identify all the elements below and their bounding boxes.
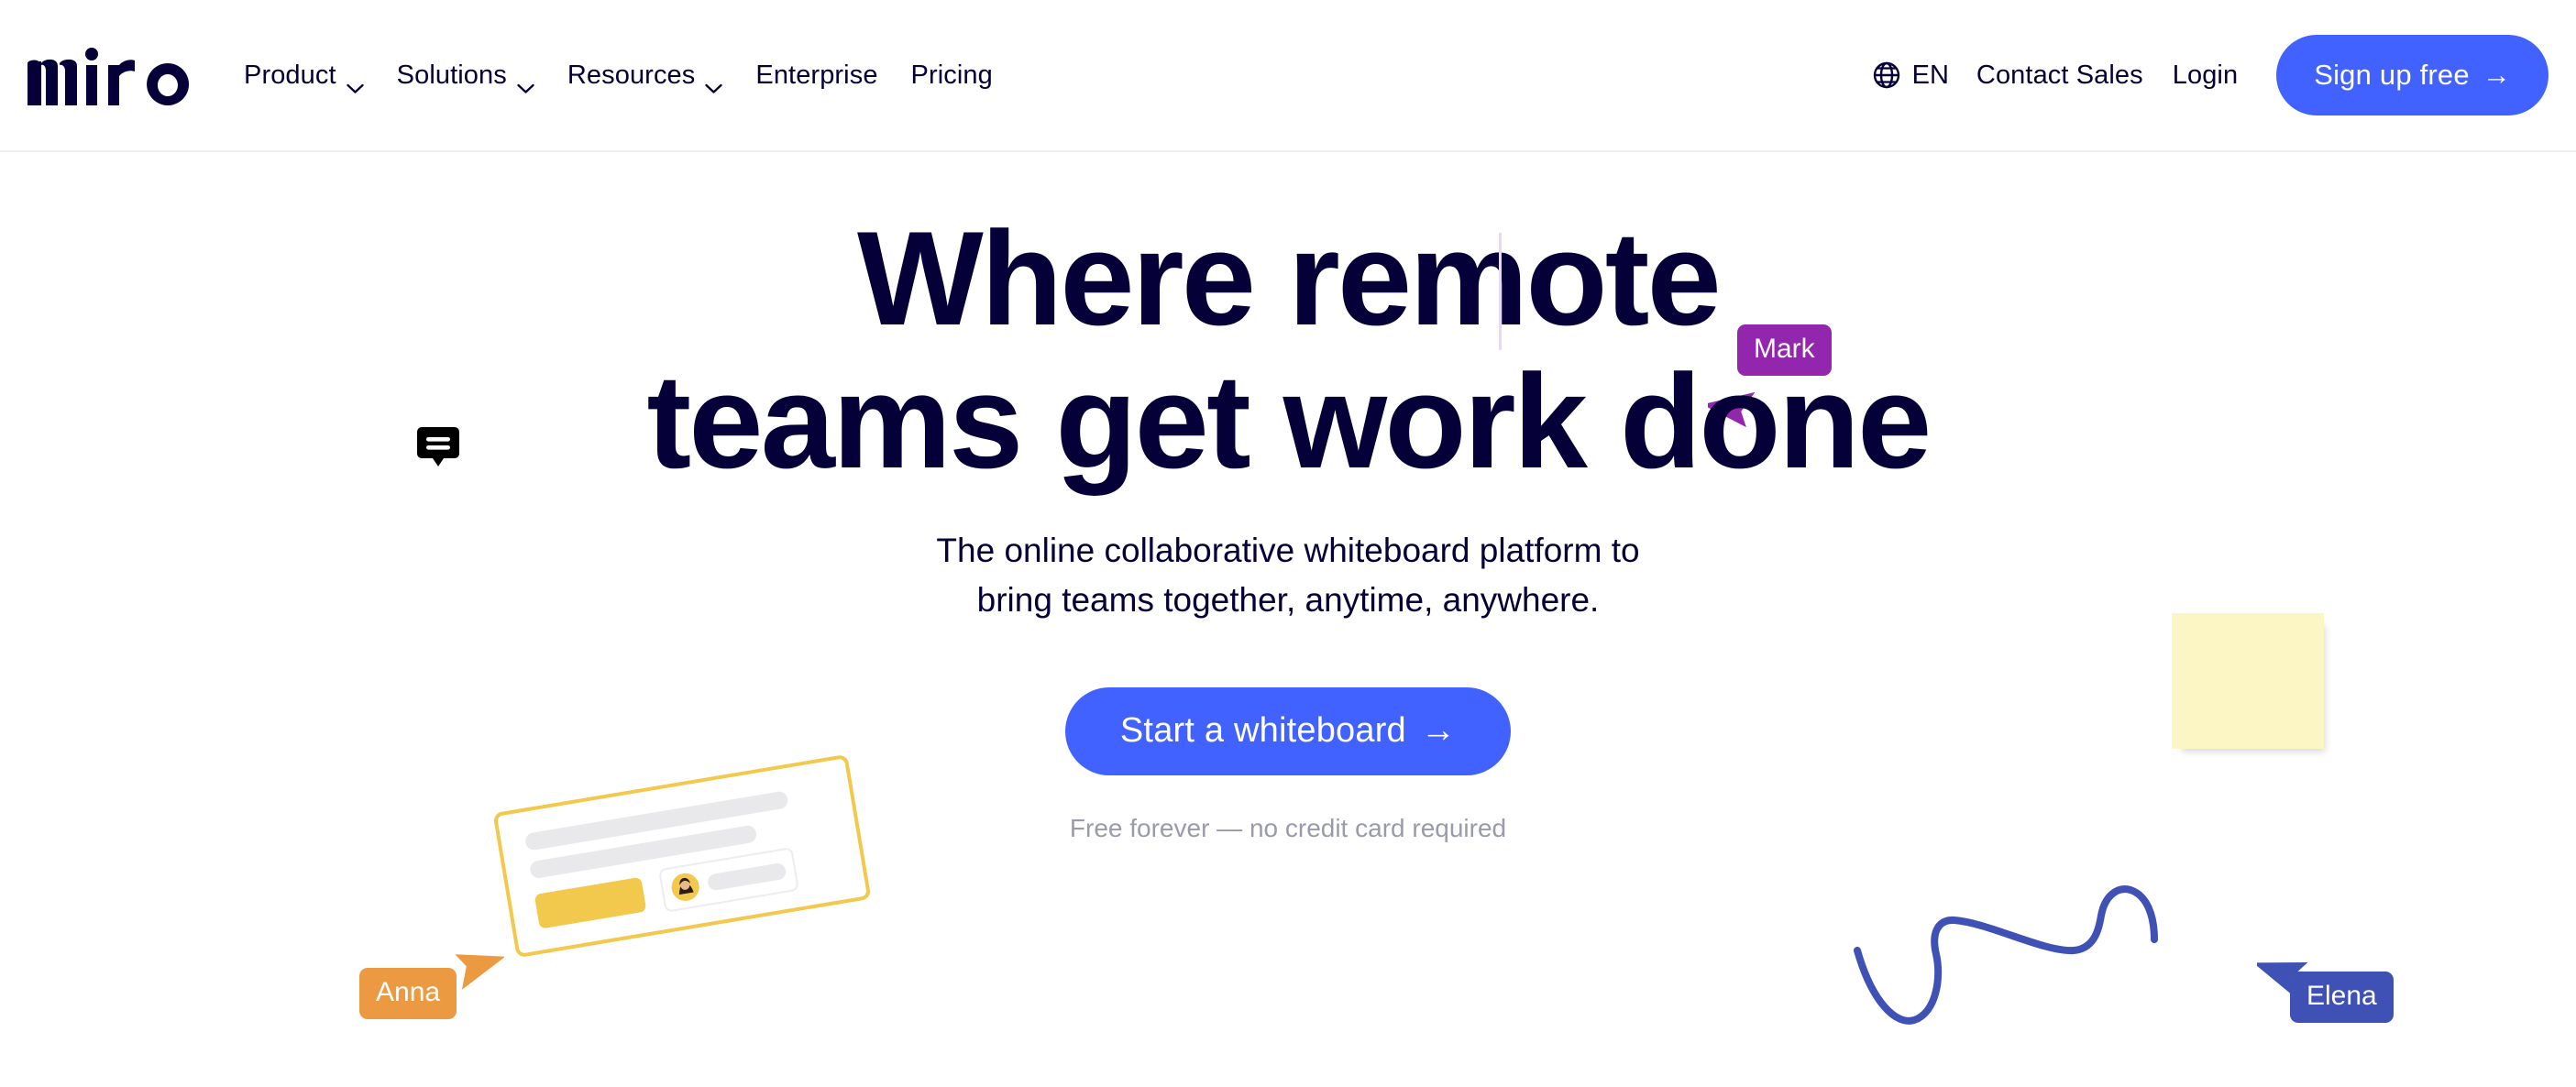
nav-item-solutions-label: Solutions: [396, 60, 507, 90]
start-a-whiteboard-button[interactable]: Start a whiteboard →: [1064, 686, 1512, 775]
landing-page: Product Solutions Resources Enterprise P…: [0, 0, 2576, 1087]
nav-left-group: Product Solutions Resources Enterprise P…: [0, 45, 1009, 105]
chevron-down-icon: [517, 71, 534, 93]
nav-links: Product Solutions Resources Enterprise P…: [227, 51, 1009, 100]
miro-logo[interactable]: [26, 45, 198, 105]
headline-line-1: Where remote: [857, 203, 1722, 353]
card-reply-placeholder: [706, 862, 787, 892]
signup-free-label: Sign up free: [2314, 59, 2470, 91]
nav-item-enterprise-label: Enterprise: [755, 60, 878, 90]
top-navigation-bar: Product Solutions Resources Enterprise P…: [0, 0, 2576, 152]
text-cursor-caret: [1499, 233, 1503, 350]
contact-sales-link[interactable]: Contact Sales: [1962, 51, 2158, 100]
arrow-right-icon: →: [1420, 711, 1457, 751]
login-link[interactable]: Login: [2158, 51, 2252, 100]
page-title: Where remote teams get work done: [646, 203, 1932, 497]
subheadline-line-1: The online collaborative whiteboard plat…: [936, 532, 1640, 570]
cursor-label-anna: Anna: [359, 968, 457, 1019]
sticky-note: [2172, 613, 2324, 749]
nav-item-pricing-label: Pricing: [910, 60, 993, 90]
headline-line-2: teams get work done: [646, 346, 1932, 497]
arrow-right-icon: →: [2482, 59, 2511, 91]
login-label: Login: [2172, 60, 2239, 90]
nav-item-resources[interactable]: Resources: [551, 51, 740, 100]
nav-item-resources-label: Resources: [567, 60, 696, 90]
miro-logo-icon: [28, 48, 190, 105]
nav-item-product-label: Product: [244, 60, 336, 90]
card-reply-box: [658, 847, 799, 913]
chevron-down-icon: [347, 71, 364, 93]
start-a-whiteboard-label: Start a whiteboard: [1119, 711, 1406, 751]
nav-item-solutions[interactable]: Solutions: [380, 51, 551, 100]
nav-item-product[interactable]: Product: [227, 51, 380, 100]
card-highlight-chip: [534, 876, 647, 929]
language-selector[interactable]: EN: [1860, 51, 1962, 100]
nav-item-enterprise[interactable]: Enterprise: [739, 51, 894, 100]
subheadline-line-2: bring teams together, anytime, anywhere.: [976, 581, 1600, 620]
cta-note: Free forever — no credit card required: [1069, 813, 1507, 842]
avatar: [669, 871, 701, 904]
signup-free-button[interactable]: Sign up free →: [2276, 35, 2548, 115]
globe-icon: [1873, 61, 1900, 89]
chevron-down-icon: [705, 71, 723, 93]
cursor-pointer-anna-icon: [449, 942, 506, 999]
cursor-label-elena: Elena: [2290, 972, 2394, 1023]
hero-subheadline: The online collaborative whiteboard plat…: [600, 526, 1976, 624]
cta-container: Start a whiteboard →: [600, 686, 1976, 775]
hero-content: Where remote teams get work done The onl…: [600, 203, 1976, 843]
squiggle-drawing: [1852, 862, 2283, 1027]
language-label: EN: [1911, 60, 1949, 90]
hero-section: Mark Anna Elena Where remote teams get w…: [0, 152, 2576, 1087]
contact-sales-label: Contact Sales: [1976, 60, 2143, 90]
nav-item-pricing[interactable]: Pricing: [895, 51, 1009, 100]
nav-right-group: EN Contact Sales Login Sign up free →: [1860, 35, 2548, 115]
comment-bubble-icon: [417, 427, 459, 471]
